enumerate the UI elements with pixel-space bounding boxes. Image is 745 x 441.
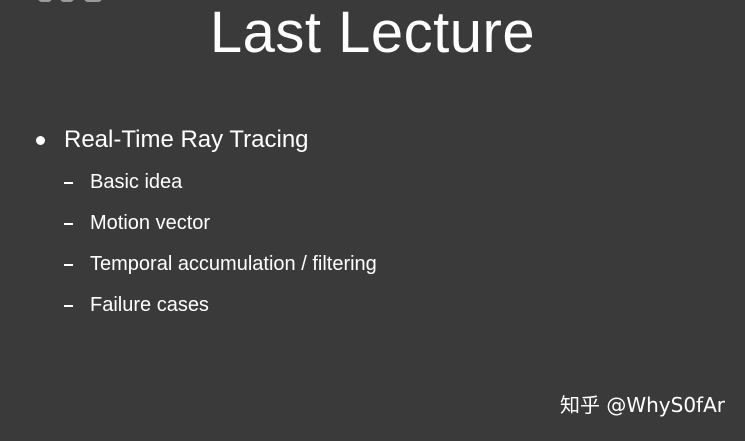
dash-icon bbox=[64, 264, 73, 266]
bullet-text: Real-Time Ray Tracing bbox=[64, 126, 309, 153]
watermark: 知乎 @WhyS0fAr bbox=[559, 393, 725, 417]
bullet-dot-icon bbox=[36, 136, 45, 145]
sub-bullet-text: Temporal accumulation / filtering bbox=[90, 253, 377, 275]
dash-icon bbox=[64, 305, 73, 307]
slide-title: Last Lecture bbox=[209, 0, 536, 65]
sub-bullet-text: Failure cases bbox=[90, 294, 209, 316]
sub-bullet-text: Motion vector bbox=[90, 212, 211, 234]
bullet-list: Real-Time Ray Tracing Basic idea Motion … bbox=[36, 123, 716, 316]
bullet-item: Real-Time Ray Tracing bbox=[36, 123, 716, 157]
dash-icon bbox=[64, 182, 73, 184]
slide: Last Lecture Real-Time Ray Tracing Basic… bbox=[0, 0, 745, 441]
sub-bullet-text: Basic idea bbox=[90, 171, 183, 193]
dash-icon bbox=[64, 223, 73, 225]
